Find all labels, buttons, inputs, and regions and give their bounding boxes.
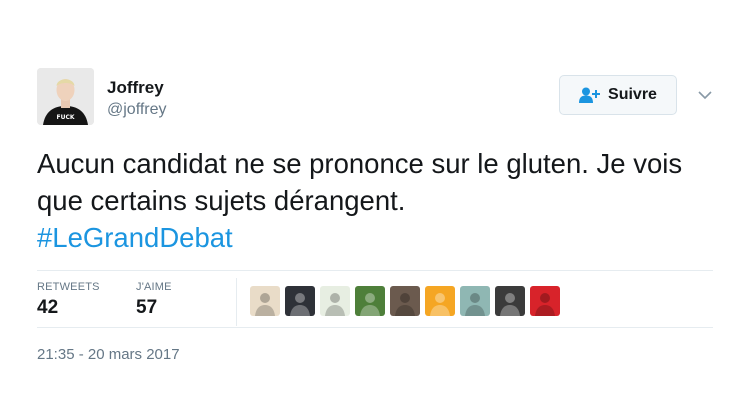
liker-avatar-3[interactable] xyxy=(320,286,350,316)
retweets-stat[interactable]: RETWEETS 42 xyxy=(37,281,100,319)
liker-avatar-1[interactable] xyxy=(250,286,280,316)
chevron-down-icon[interactable] xyxy=(697,87,713,103)
retweets-label: RETWEETS xyxy=(37,281,100,293)
follow-button-label: Suivre xyxy=(608,86,657,103)
avatar[interactable]: FUCK xyxy=(37,68,94,125)
likes-label: J'AIME xyxy=(136,281,172,293)
divider xyxy=(37,270,713,271)
liker-avatar-6[interactable] xyxy=(425,286,455,316)
hashtag-link[interactable]: #LeGrandDebat xyxy=(37,222,233,253)
retweets-count: 42 xyxy=(37,297,59,318)
person-add-icon xyxy=(579,87,601,103)
likes-stat[interactable]: J'AIME 57 xyxy=(136,281,172,319)
stats-separator xyxy=(236,278,237,326)
tweet-text: Aucun candidat ne se prononce sur le glu… xyxy=(37,145,727,256)
likes-count: 57 xyxy=(136,297,158,318)
liker-avatar-8[interactable] xyxy=(495,286,525,316)
likers-avatars xyxy=(250,286,560,316)
tweet-body: Aucun candidat ne se prononce sur le glu… xyxy=(37,148,683,216)
liker-avatar-7[interactable] xyxy=(460,286,490,316)
liker-avatar-4[interactable] xyxy=(355,286,385,316)
follow-button[interactable]: Suivre xyxy=(559,75,677,115)
tweet-timestamp[interactable]: 21:35 - 20 mars 2017 xyxy=(37,346,180,363)
author-name[interactable]: Joffrey xyxy=(107,78,164,98)
divider xyxy=(37,327,713,328)
svg-text:FUCK: FUCK xyxy=(56,114,74,121)
author-handle[interactable]: @joffrey xyxy=(107,101,167,119)
liker-avatar-5[interactable] xyxy=(390,286,420,316)
liker-avatar-2[interactable] xyxy=(285,286,315,316)
liker-avatar-9[interactable] xyxy=(530,286,560,316)
tweet-card: FUCK Joffrey @joffrey Suivre Aucun candi… xyxy=(0,0,750,410)
